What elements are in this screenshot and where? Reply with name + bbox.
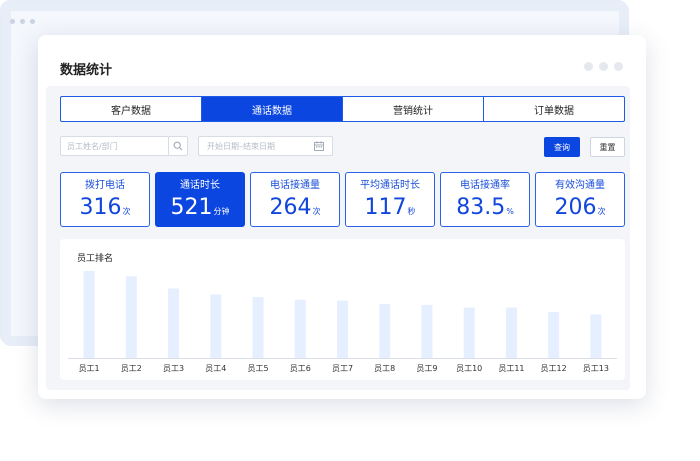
- stat-card-call-duration[interactable]: 通话时长 521 分钟: [155, 172, 245, 227]
- stat-value: 206: [554, 195, 597, 220]
- x-tick-label: 员工13: [583, 364, 609, 373]
- reset-button[interactable]: 重置: [590, 137, 625, 157]
- stat-value: 521: [170, 195, 213, 220]
- stat-value: 117: [364, 195, 407, 220]
- tab-bar: 客户数据 通话数据 营销统计 订单数据: [60, 96, 625, 122]
- window-dot-icon: [30, 19, 35, 24]
- stat-label: 通话时长: [180, 180, 220, 191]
- stat-label: 电话接通量: [270, 180, 320, 191]
- chart-canvas: 员工1 员工2 员工3 员工4 员工5 员工6 员工7 员工8 员工9 员工10 员工11 员工12 员…: [68, 271, 617, 373]
- stat-value: 83.5: [456, 195, 506, 220]
- search-box: [60, 136, 188, 156]
- stat-card-avg-call-duration[interactable]: 平均通话时长 117 秒: [345, 172, 435, 227]
- stat-value-row: 316 次: [80, 195, 131, 221]
- stat-value: 316: [79, 195, 122, 220]
- x-tick-label: 员工7: [332, 364, 353, 373]
- x-tick-label: 员工8: [374, 364, 395, 373]
- window-control-dot-icon[interactable]: [599, 62, 608, 71]
- chart-bar[interactable]: [125, 276, 137, 358]
- content-panel: 客户数据 通话数据 营销统计 订单数据 开始日期–结束日期: [46, 86, 630, 390]
- stat-value-row: 264 次: [270, 195, 321, 221]
- calendar-icon: [314, 141, 324, 151]
- chart-bar[interactable]: [505, 307, 517, 358]
- x-tick-label: 员工2: [121, 364, 142, 373]
- stat-unit: 秒: [407, 207, 416, 216]
- stat-value-row: 206 次: [555, 195, 606, 221]
- stat-label: 拨打电话: [85, 180, 125, 191]
- x-tick-label: 员工1: [79, 364, 100, 373]
- stat-unit: 次: [312, 207, 321, 216]
- search-button[interactable]: [168, 137, 187, 155]
- x-tick-label: 员工6: [290, 364, 311, 373]
- stat-card-calls-connected[interactable]: 电话接通量 264 次: [250, 172, 340, 227]
- window-dot-icon: [10, 19, 15, 24]
- stat-label: 电话接通率: [460, 180, 510, 191]
- x-tick-label: 员工11: [498, 364, 524, 373]
- chart-bar[interactable]: [168, 288, 180, 358]
- window-control-dot-icon[interactable]: [614, 62, 623, 71]
- x-tick-label: 员工9: [416, 364, 437, 373]
- stat-label: 平均通话时长: [360, 180, 420, 191]
- stat-unit: 次: [597, 207, 606, 216]
- stat-value-row: 117 秒: [365, 195, 416, 221]
- tab-customer-data[interactable]: 客户数据: [61, 97, 202, 121]
- chart-bar[interactable]: [252, 297, 264, 358]
- stat-unit: %: [506, 207, 514, 216]
- chart-bar[interactable]: [294, 299, 306, 358]
- employee-ranking-chart: 员工排名 员工1 员工2 员工3 员工4 员工5 员工6 员工7 员工8 员工9 员工10 员工11…: [60, 239, 625, 380]
- x-tick-label: 员工10: [456, 364, 482, 373]
- stat-card-connect-rate[interactable]: 电话接通率 83.5 %: [440, 172, 530, 227]
- chart-bar[interactable]: [590, 314, 602, 359]
- search-icon: [173, 141, 183, 151]
- chart-bar[interactable]: [463, 307, 475, 358]
- stat-unit: 分钟: [213, 207, 230, 216]
- stat-card-calls-made[interactable]: 拨打电话 316 次: [60, 172, 150, 227]
- stats-window: 数据统计 客户数据 通话数据 营销统计 订单数据 开始日期–结束日期: [38, 35, 646, 399]
- tab-marketing-stats[interactable]: 营销统计: [343, 97, 484, 121]
- window-title: 数据统计: [60, 63, 113, 78]
- date-range-placeholder: 开始日期–结束日期: [207, 141, 275, 151]
- chart-bar[interactable]: [379, 304, 391, 358]
- chart-bar[interactable]: [548, 311, 560, 358]
- background-window-controls: [10, 19, 35, 24]
- window-controls: [584, 62, 623, 71]
- date-range-picker[interactable]: 开始日期–结束日期: [198, 136, 333, 156]
- stat-value-row: 83.5 %: [456, 195, 514, 221]
- window-control-dot-icon[interactable]: [584, 62, 593, 71]
- chart-bar[interactable]: [210, 294, 222, 358]
- query-button[interactable]: 查询: [544, 137, 580, 157]
- stat-label: 有效沟通量: [555, 180, 605, 191]
- chart-bar[interactable]: [421, 304, 433, 358]
- x-tick-label: 员工12: [541, 364, 567, 373]
- tab-call-data[interactable]: 通话数据: [202, 97, 343, 121]
- tab-order-data[interactable]: 订单数据: [484, 97, 624, 121]
- stat-value: 264: [269, 195, 312, 220]
- stat-unit: 次: [122, 207, 131, 216]
- chart-bar[interactable]: [337, 300, 348, 358]
- x-tick-label: 员工4: [205, 364, 226, 373]
- x-tick-label: 员工3: [163, 364, 184, 373]
- stat-value-row: 521 分钟: [171, 195, 230, 221]
- x-tick-label: 员工5: [247, 364, 268, 373]
- search-input[interactable]: [61, 137, 168, 155]
- window-dot-icon: [20, 19, 25, 24]
- stat-card-effective-comms[interactable]: 有效沟通量 206 次: [535, 172, 625, 227]
- chart-bar[interactable]: [83, 271, 95, 358]
